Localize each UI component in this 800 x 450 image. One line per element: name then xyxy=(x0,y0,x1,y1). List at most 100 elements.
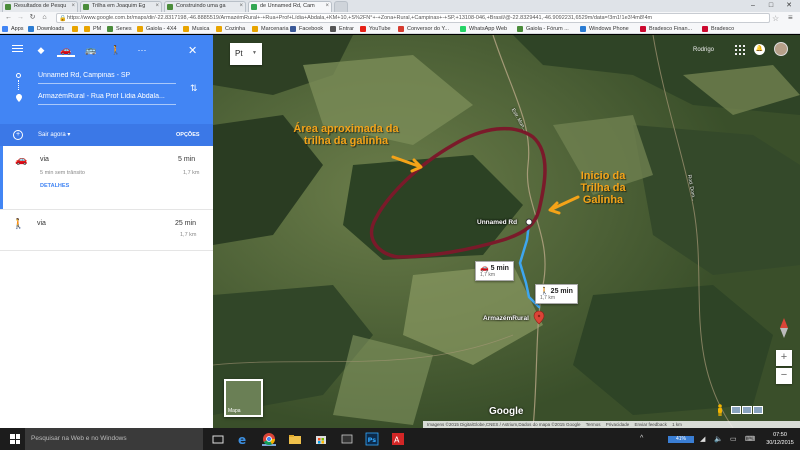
bookmark-windows-phone[interactable]: Windows Phone xyxy=(580,25,629,33)
close-directions-icon[interactable]: ✕ xyxy=(188,44,197,57)
forward-icon[interactable]: → xyxy=(16,14,25,22)
close-icon[interactable]: × xyxy=(325,3,329,9)
acrobat-icon[interactable]: A xyxy=(391,432,405,446)
tray-chevron-icon[interactable]: ^ xyxy=(640,435,643,442)
language-select[interactable]: Pt ▼ xyxy=(230,43,262,65)
more-modes-icon[interactable]: ⋯ xyxy=(133,43,151,57)
edge-icon[interactable]: e xyxy=(236,432,250,447)
photoshop-icon[interactable]: Ps xyxy=(365,432,379,446)
bookmark-pm[interactable]: PM xyxy=(84,25,101,33)
close-icon[interactable]: × xyxy=(239,3,243,9)
walk-icon: 🚶 xyxy=(540,288,549,295)
compass-icon[interactable] xyxy=(775,317,793,339)
pegman-icon[interactable] xyxy=(716,404,724,416)
transit-icon[interactable]: 🚌 xyxy=(82,43,100,57)
origin-marker-icon xyxy=(525,218,533,226)
bookmark-gaiola-4x4[interactable]: Gaiola - 4X4 xyxy=(137,25,177,33)
destination-input[interactable]: ArmazémRural - Rua Prof Lídia Abdala... xyxy=(38,93,176,105)
origin-input[interactable]: Unnamed Rd, Campinas - SP xyxy=(38,72,176,84)
bookmark-apps[interactable]: Apps xyxy=(2,25,24,33)
car-icon[interactable]: 🚗 xyxy=(57,43,75,57)
windows-start-icon[interactable] xyxy=(10,434,20,444)
apps-grid-icon[interactable] xyxy=(735,45,745,55)
avatar[interactable] xyxy=(774,42,788,56)
bookmark-marcenaria[interactable]: Marcenaria xyxy=(252,25,289,33)
address-input[interactable]: 🔒 https://www.google.com.br/maps/dir/-22… xyxy=(56,13,770,23)
folder-icon xyxy=(252,26,258,32)
imagery-thumbnails[interactable] xyxy=(731,406,765,414)
directions-panel: ◆ 🚗 🚌 🚶 ⋯ ✕ Unnamed Rd, Campinas - SP Ar… xyxy=(0,35,213,428)
scale-label: 1 km xyxy=(672,422,682,427)
walk-time-bubble[interactable]: 🚶 25 min 1,7 km xyxy=(535,284,578,304)
feedback-link[interactable]: Enviar feedback xyxy=(635,422,667,427)
bookmark-youtube[interactable]: YouTube xyxy=(360,25,391,33)
walk-icon[interactable]: 🚶 xyxy=(107,43,125,57)
media-player-icon[interactable] xyxy=(340,432,354,446)
options-button[interactable]: OPÇÕES xyxy=(176,132,200,138)
minimize-icon[interactable]: – xyxy=(744,0,762,12)
system-clock[interactable]: 07:50 30/12/2015 xyxy=(762,431,798,447)
task-view-icon[interactable] xyxy=(211,432,225,446)
window-close-icon[interactable]: ✕ xyxy=(780,0,798,12)
back-icon[interactable]: ← xyxy=(4,14,13,22)
walk-icon: 🚶 xyxy=(12,219,25,230)
drive-time-bubble[interactable]: 🚗 5 min 1,7 km xyxy=(475,261,514,281)
maximize-icon[interactable]: □ xyxy=(762,0,780,12)
bookmark-bradesco[interactable]: Bradesco xyxy=(702,25,734,33)
battery-indicator[interactable]: 41% xyxy=(668,436,694,443)
terms-link[interactable]: Termos xyxy=(586,422,601,427)
menu-icon[interactable]: ≡ xyxy=(788,13,793,22)
map-view-toggle[interactable]: Mapa xyxy=(224,379,263,417)
bookmark-entrar[interactable]: Entrar xyxy=(330,25,354,33)
notifications-icon[interactable]: 🔔 xyxy=(754,44,765,55)
bookmark-cozinha[interactable]: Cozinha xyxy=(216,25,245,33)
chrome-icon[interactable] xyxy=(262,432,276,446)
bookmark-bradesco-financiamento[interactable]: Bradesco Finan... xyxy=(640,25,692,33)
bookmark-senes[interactable]: Senes xyxy=(107,25,132,33)
bookmark-gaiola-forum[interactable]: Gaiola - Fórum ... xyxy=(517,25,569,33)
bookmark-whatsapp[interactable]: WhatsApp Web xyxy=(460,25,507,33)
url-text: https://www.google.com.br/maps/dir/-22.8… xyxy=(67,15,653,21)
route-details-link[interactable]: DETALHES xyxy=(40,183,69,189)
star-icon xyxy=(28,26,34,32)
taskbar-search-input[interactable]: Pesquisar na Web e no Windows xyxy=(25,428,203,450)
youtube-icon xyxy=(360,26,366,32)
tab-maps[interactable]: de Unnamed Rd, Cam × xyxy=(248,1,332,12)
start-annotation: Inicio da Trilha da Galinha xyxy=(580,170,626,206)
bookmark-downloads[interactable]: Downloads xyxy=(28,25,64,33)
tab-construindo[interactable]: Construindo uma ga × xyxy=(164,1,246,12)
close-icon[interactable]: × xyxy=(71,3,75,9)
route-option-drive[interactable]: 🚗 via 5 min 5 min sem trânsito 1,7 km DE… xyxy=(0,146,213,209)
depart-now-dropdown[interactable]: Sair agora ▾ xyxy=(38,131,70,138)
volume-icon[interactable]: 🔈 xyxy=(714,435,723,443)
home-icon[interactable]: ⌂ xyxy=(40,14,49,22)
zoom-in-button[interactable]: + xyxy=(776,350,792,366)
route-option-walk[interactable]: 🚶 via 25 min 1,7 km xyxy=(0,210,213,250)
bookmark-conversor[interactable]: Conversor do Y... xyxy=(398,25,449,33)
file-explorer-icon[interactable] xyxy=(288,432,302,446)
maps-favicon xyxy=(251,4,257,10)
store-icon[interactable] xyxy=(314,432,328,446)
best-route-icon[interactable]: ◆ xyxy=(32,43,50,57)
reload-icon[interactable]: ↻ xyxy=(28,14,37,22)
tab-resultados[interactable]: Resultados de Pesqu × xyxy=(2,1,78,12)
swap-icon[interactable]: ⇅ xyxy=(190,83,198,94)
tab-title: Trilha em Joaquim Eg xyxy=(92,3,146,9)
keyboard-icon[interactable]: ⌨ xyxy=(745,435,755,443)
tab-trilha[interactable]: Trilha em Joaquim Eg × xyxy=(80,1,162,12)
satellite-map[interactable]: Pt ▼ Rodrigo 🔔 Área aproximada da trilha … xyxy=(213,35,800,428)
network-icon[interactable]: ◢ xyxy=(700,435,705,443)
new-tab-button[interactable] xyxy=(334,1,348,12)
tab-favicon xyxy=(83,4,89,10)
area-annotation: Área aproximada da trilha da galinha xyxy=(293,123,399,147)
bookmark-musica[interactable]: Musica xyxy=(183,25,209,33)
bank-icon xyxy=(702,26,708,32)
bookmark-facebook[interactable]: Facebook xyxy=(290,25,323,33)
action-center-icon[interactable]: ▭ xyxy=(730,435,737,443)
bookmark-folder[interactable] xyxy=(72,25,81,33)
privacy-link[interactable]: Privacidade xyxy=(606,422,630,427)
bookmark-star-icon[interactable]: ☆ xyxy=(772,14,779,23)
zoom-out-button[interactable]: − xyxy=(776,368,792,384)
close-icon[interactable]: × xyxy=(155,3,159,9)
whatsapp-icon xyxy=(460,26,466,32)
